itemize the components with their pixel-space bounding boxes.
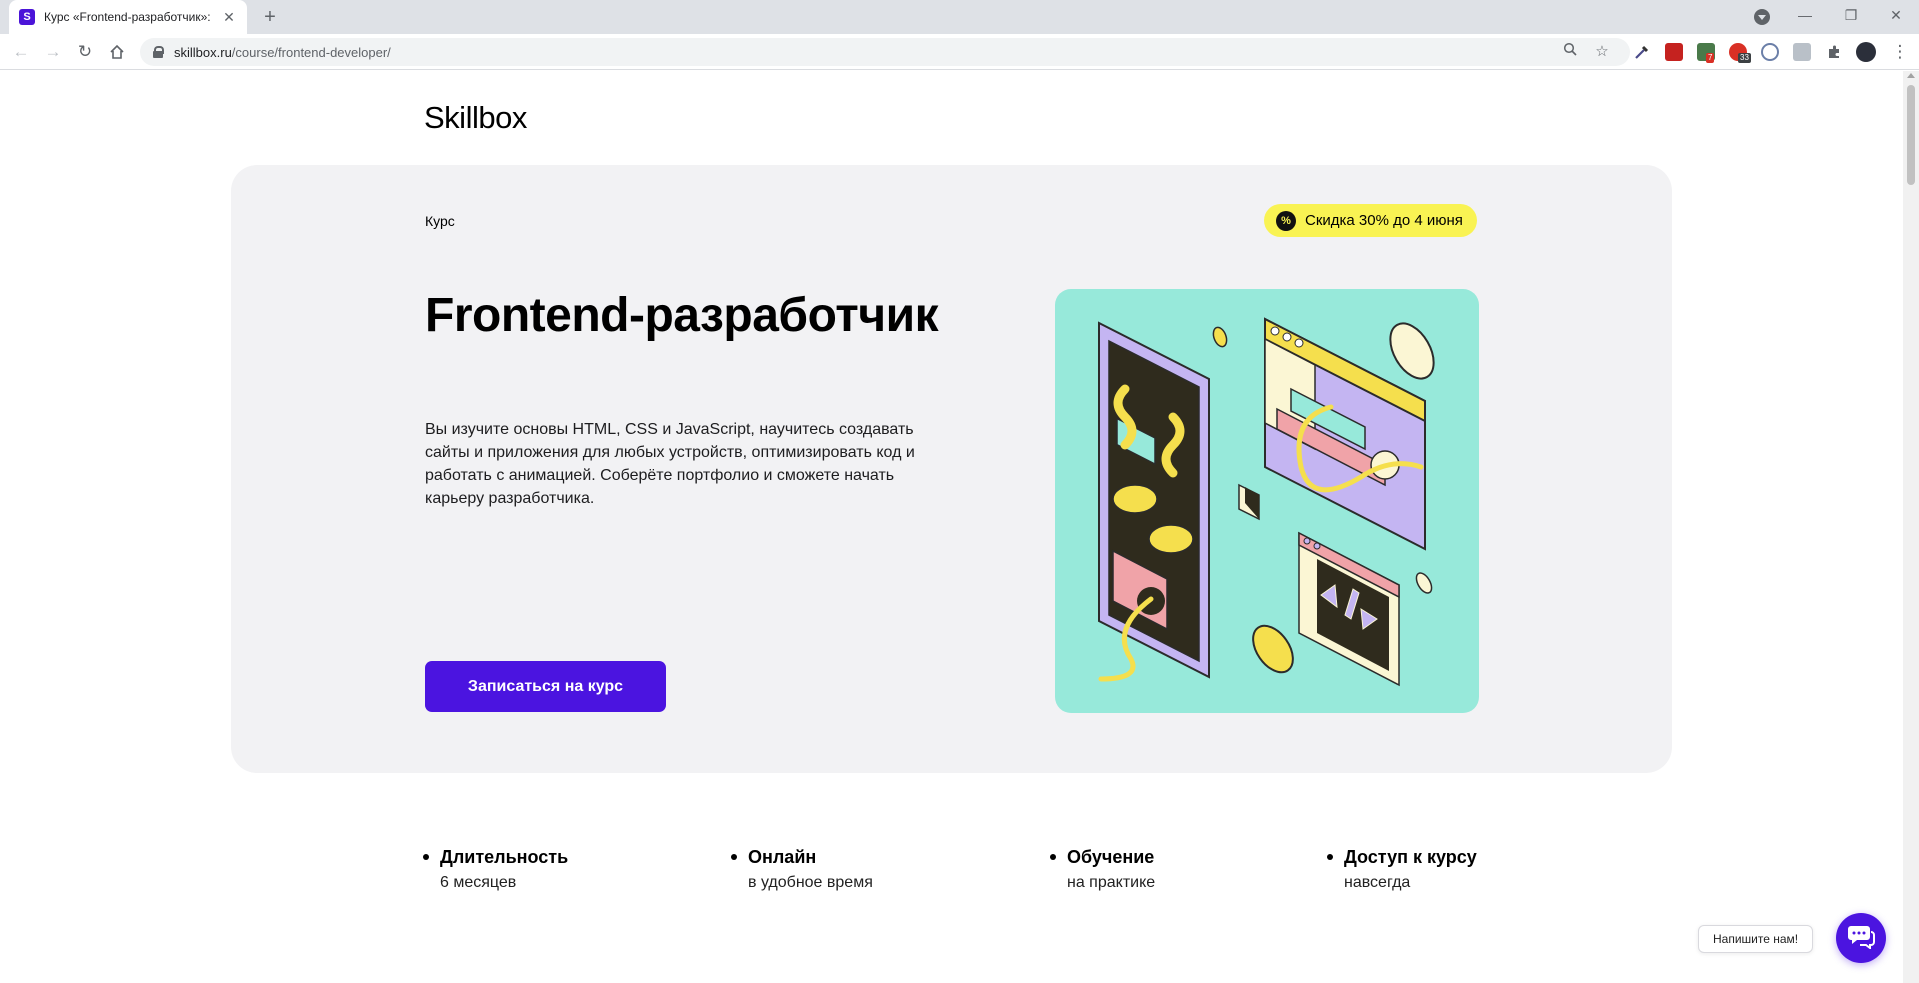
feature-title: Длительность xyxy=(440,847,569,867)
skillbox-logo[interactable]: Skillbox xyxy=(424,100,527,136)
feature-access: Доступ к курсу навсегда xyxy=(1327,845,1477,893)
forward-arrow-icon[interactable]: → xyxy=(41,40,65,64)
back-arrow-icon[interactable]: ← xyxy=(9,40,33,64)
pdf-extension-icon[interactable] xyxy=(1665,43,1683,61)
tab-search-icon[interactable] xyxy=(1754,9,1770,25)
extension-icon-2[interactable]: 33 xyxy=(1729,43,1751,63)
feature-subtitle: на практике xyxy=(1067,874,1156,891)
feature-title: Онлайн xyxy=(748,847,817,867)
chat-icon xyxy=(1847,923,1875,954)
extension-badge: 33 xyxy=(1738,53,1751,63)
home-icon[interactable] xyxy=(105,40,129,64)
extension-icon-3[interactable] xyxy=(1761,43,1779,61)
course-illustration xyxy=(1055,289,1479,713)
discount-text: Скидка 30% до 4 июня xyxy=(1305,212,1463,229)
extension-badge: 7 xyxy=(1706,53,1715,63)
extension-icon-4[interactable] xyxy=(1793,43,1811,61)
new-tab-button[interactable]: + xyxy=(258,5,282,29)
page-scrollbar[interactable] xyxy=(1903,71,1919,983)
feature-practice: Обучение на практике xyxy=(1050,845,1156,893)
reload-icon[interactable]: ↻ xyxy=(73,40,97,64)
feature-bullet xyxy=(1327,854,1333,860)
zoom-icon[interactable] xyxy=(1560,42,1580,62)
course-description: Вы изучите основы HTML, CSS и JavaScript… xyxy=(425,421,915,507)
discount-badge[interactable]: % Скидка 30% до 4 июня xyxy=(1264,204,1477,237)
course-features: Длительность 6 месяцев Онлайн в удобное … xyxy=(423,845,1524,905)
code-window-illustration xyxy=(1298,531,1400,687)
restore-icon[interactable]: ❐ xyxy=(1828,0,1874,30)
close-tab-icon[interactable]: ✕ xyxy=(221,9,237,26)
feature-bullet xyxy=(731,854,737,860)
url-path: /course/frontend-developer/ xyxy=(231,44,391,60)
eyedropper-extension-icon[interactable] xyxy=(1633,43,1651,61)
browser-tab[interactable]: S Курс «Frontend-разработчик»: онлайн-об… xyxy=(9,0,247,34)
browser-tabbar: S Курс «Frontend-разработчик»: онлайн-об… xyxy=(0,0,1919,34)
profile-avatar[interactable] xyxy=(1856,42,1876,62)
url-text: skillbox.ru/course/frontend-developer/ xyxy=(174,45,391,60)
browser-menu-icon[interactable]: ⋮ xyxy=(1888,40,1912,64)
feature-online: Онлайн в удобное время xyxy=(731,845,873,893)
minimize-icon[interactable]: — xyxy=(1782,0,1828,30)
scroll-up-icon[interactable] xyxy=(1907,73,1915,78)
extension-icon-1[interactable]: 7 xyxy=(1697,43,1715,63)
address-bar[interactable]: skillbox.ru/course/frontend-developer/ ☆ xyxy=(140,38,1630,66)
url-host: skillbox.ru xyxy=(174,44,232,60)
tab-title: Курс «Frontend-разработчик»: онлайн-обуч… xyxy=(44,10,212,24)
window-close-icon[interactable]: ✕ xyxy=(1873,0,1919,30)
feature-duration: Длительность 6 месяцев xyxy=(423,845,569,893)
feature-title: Обучение xyxy=(1067,847,1155,867)
feature-bullet xyxy=(423,854,429,860)
course-kicker: Курс xyxy=(425,213,455,229)
extensions-icon[interactable] xyxy=(1825,43,1843,61)
feature-subtitle: в удобное время xyxy=(748,874,873,891)
feature-title: Доступ к курсу xyxy=(1344,847,1477,867)
percent-icon: % xyxy=(1276,210,1296,231)
scrollbar-thumb[interactable] xyxy=(1907,85,1915,185)
enroll-button[interactable]: Записаться на курс xyxy=(425,661,666,712)
star-icon[interactable]: ☆ xyxy=(1592,42,1612,62)
browser-toolbar: ← → ↻ skillbox.ru/course/frontend-develo… xyxy=(0,34,1919,70)
chat-button[interactable] xyxy=(1836,913,1886,963)
course-title: Frontend-разработчик xyxy=(425,289,939,342)
lock-icon xyxy=(153,46,164,58)
skillbox-favicon-icon: S xyxy=(19,9,35,25)
course-hero: Курс % Скидка 30% до 4 июня Frontend-раз… xyxy=(231,165,1672,773)
feature-subtitle: навсегда xyxy=(1344,874,1411,891)
feature-subtitle: 6 месяцев xyxy=(440,874,517,891)
feature-bullet xyxy=(1050,854,1056,860)
chat-prompt-label[interactable]: Напишите нам! xyxy=(1698,925,1814,953)
phone-illustration xyxy=(1098,321,1210,682)
